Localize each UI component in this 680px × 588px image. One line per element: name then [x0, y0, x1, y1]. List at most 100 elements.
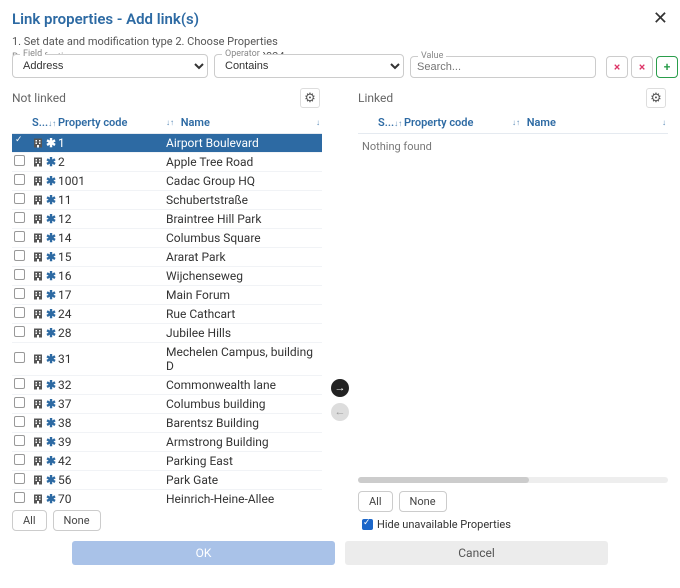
row-checkbox[interactable] — [14, 250, 25, 261]
table-row[interactable]: ✱39Armstrong Building — [12, 433, 322, 452]
row-checkbox[interactable] — [14, 288, 25, 299]
star-icon: ✱ — [46, 250, 56, 264]
select-none-button[interactable]: None — [53, 510, 101, 531]
property-name: Columbus building — [166, 397, 320, 411]
row-checkbox[interactable] — [14, 231, 25, 242]
add-filter-button[interactable]: + — [656, 56, 678, 78]
star-icon: ✱ — [46, 155, 56, 169]
row-checkbox[interactable] — [14, 378, 25, 389]
row-checkbox[interactable] — [14, 269, 25, 280]
star-icon: ✱ — [46, 352, 56, 366]
operator-label: Operator — [222, 49, 263, 59]
table-row[interactable]: ✱14Columbus Square — [12, 229, 322, 248]
building-icon — [32, 455, 44, 467]
property-name: Mechelen Campus, building D — [166, 345, 320, 373]
star-icon: ✱ — [46, 397, 56, 411]
row-checkbox[interactable] — [14, 454, 25, 465]
star-icon: ✱ — [46, 378, 56, 392]
row-checkbox[interactable] — [14, 326, 25, 337]
row-checkbox[interactable] — [14, 352, 25, 363]
table-row[interactable]: ✱1001Cadac Group HQ — [12, 172, 322, 191]
table-row[interactable]: ✱12Braintree Hill Park — [12, 210, 322, 229]
select-all-button[interactable]: All — [358, 491, 393, 512]
property-code: 14 — [58, 231, 166, 245]
row-checkbox[interactable] — [14, 174, 25, 185]
row-checkbox[interactable] — [14, 473, 25, 484]
star-icon: ✱ — [46, 136, 56, 150]
table-row[interactable]: ✱56Park Gate — [12, 471, 322, 490]
building-icon — [32, 398, 44, 410]
table-row[interactable]: ✱37Columbus building — [12, 395, 322, 414]
col-code[interactable]: Property code — [58, 116, 127, 129]
close-icon[interactable]: ✕ — [653, 8, 668, 29]
row-checkbox[interactable] — [14, 193, 25, 204]
row-checkbox[interactable] — [14, 397, 25, 408]
remove-filter-button[interactable]: × — [631, 56, 653, 78]
star-icon: ✱ — [46, 435, 56, 449]
col-code[interactable]: Property code — [404, 116, 473, 129]
col-s[interactable]: S... — [32, 116, 48, 129]
row-checkbox[interactable] — [14, 307, 25, 318]
hide-unavailable-label: Hide unavailable Properties — [377, 518, 511, 531]
cancel-button[interactable]: Cancel — [345, 541, 608, 565]
gear-icon[interactable]: ⚙ — [646, 88, 666, 108]
table-row[interactable]: ✱42Parking East — [12, 452, 322, 471]
ok-button[interactable]: OK — [72, 541, 335, 565]
table-row[interactable]: ✱2Apple Tree Road — [12, 153, 322, 172]
building-icon — [32, 270, 44, 282]
row-checkbox[interactable] — [14, 155, 25, 166]
building-icon — [32, 474, 44, 486]
gear-icon[interactable]: ⚙ — [300, 88, 320, 108]
clear-filter-button[interactable]: × — [606, 56, 628, 78]
table-row[interactable]: ✱17Main Forum — [12, 286, 322, 305]
property-code: 37 — [58, 397, 166, 411]
move-right-button[interactable]: → — [331, 379, 349, 397]
table-row[interactable]: ✱11Schubertstraße — [12, 191, 322, 210]
nothing-found: Nothing found — [358, 134, 668, 159]
table-row[interactable]: ✱16Wijchenseweg — [12, 267, 322, 286]
property-code: 32 — [58, 378, 166, 392]
table-row[interactable]: ✱32Commonwealth lane — [12, 376, 322, 395]
property-code: 1 — [58, 136, 166, 150]
row-checkbox[interactable] — [14, 136, 25, 147]
star-icon: ✱ — [46, 212, 56, 226]
property-name: Braintree Hill Park — [166, 212, 320, 226]
property-code: 39 — [58, 435, 166, 449]
table-row[interactable]: ✱24Rue Cathcart — [12, 305, 322, 324]
select-all-button[interactable]: All — [12, 510, 47, 531]
building-icon — [32, 232, 44, 244]
not-linked-title: Not linked — [12, 91, 66, 105]
row-checkbox[interactable] — [14, 212, 25, 223]
building-icon — [32, 308, 44, 320]
property-name: Ararat Park — [166, 250, 320, 264]
table-header: S...↓↑ Property code ↓↑ Name ↓ — [358, 112, 668, 134]
property-name: Jubilee Hills — [166, 326, 320, 340]
property-name: Main Forum — [166, 288, 320, 302]
row-checkbox[interactable] — [14, 416, 25, 427]
table-row[interactable]: ✱38Barentsz Building — [12, 414, 322, 433]
star-icon: ✱ — [46, 307, 56, 321]
col-name[interactable]: Name — [527, 116, 556, 129]
property-code: 28 — [58, 326, 166, 340]
col-s[interactable]: S... — [378, 116, 394, 129]
property-name: Parking East — [166, 454, 320, 468]
col-name[interactable]: Name — [181, 116, 210, 129]
property-name: Cadac Group HQ — [166, 174, 320, 188]
row-checkbox[interactable] — [14, 435, 25, 446]
move-left-button: ← — [331, 403, 349, 421]
hide-unavailable-checkbox[interactable] — [362, 519, 373, 530]
property-name: Wijchenseweg — [166, 269, 320, 283]
table-row[interactable]: ✱28Jubilee Hills — [12, 324, 322, 343]
property-code: 15 — [58, 250, 166, 264]
row-checkbox[interactable] — [14, 492, 25, 503]
table-row[interactable]: ✱70Heinrich-Heine-Allee — [12, 490, 322, 504]
horizontal-scrollbar[interactable] — [358, 477, 668, 483]
table-row[interactable]: ✱31Mechelen Campus, building D — [12, 343, 322, 376]
table-row[interactable]: ✱15Ararat Park — [12, 248, 322, 267]
building-icon — [32, 289, 44, 301]
table-row[interactable]: ✱1Airport Boulevard — [12, 134, 322, 153]
select-none-button[interactable]: None — [399, 491, 447, 512]
building-icon — [32, 353, 44, 365]
property-name: Armstrong Building — [166, 435, 320, 449]
property-code: 24 — [58, 307, 166, 321]
